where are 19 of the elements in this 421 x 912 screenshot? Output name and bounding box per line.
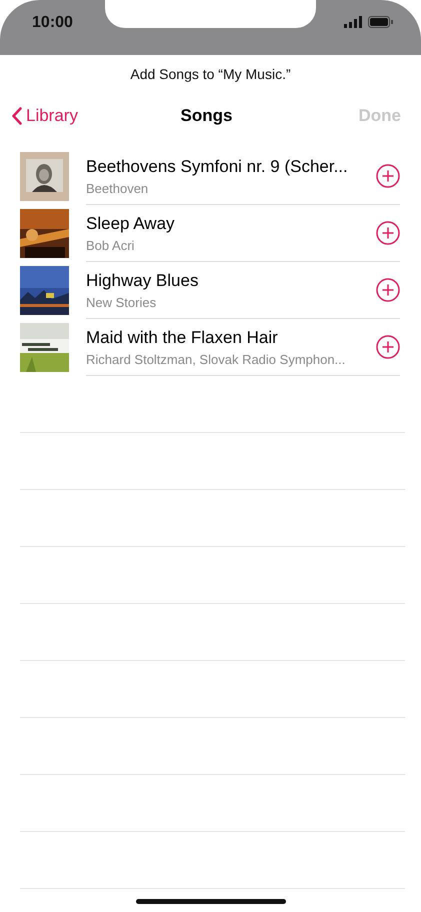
song-title: Maid with the Flaxen Hair: [86, 328, 278, 346]
song-artist: Richard Stoltzman, Slovak Radio Symphon...: [86, 352, 346, 366]
chevron-left-icon: [12, 107, 22, 125]
song-artist: New Stories: [86, 294, 156, 310]
add-icon[interactable]: [376, 221, 400, 245]
add-icon[interactable]: [376, 164, 400, 188]
song-artist: Beethoven: [86, 180, 148, 196]
back-button[interactable]: Library: [12, 106, 78, 126]
song-title: Sleep Away: [86, 214, 175, 232]
song-artist: Bob Acri: [86, 238, 134, 252]
song-title: Highway Blues: [86, 270, 198, 290]
signal-icon: [344, 16, 362, 28]
sheet-prompt: Add Songs to “My Music.”: [130, 66, 291, 82]
status-time: 10:00: [31, 13, 74, 32]
nav-title: Songs: [180, 106, 234, 126]
add-icon[interactable]: [376, 278, 400, 302]
battery-icon: [368, 16, 393, 28]
song-title: Beethovens Symfoni nr. 9 (Scher...: [86, 156, 348, 176]
add-icon[interactable]: [376, 335, 400, 359]
